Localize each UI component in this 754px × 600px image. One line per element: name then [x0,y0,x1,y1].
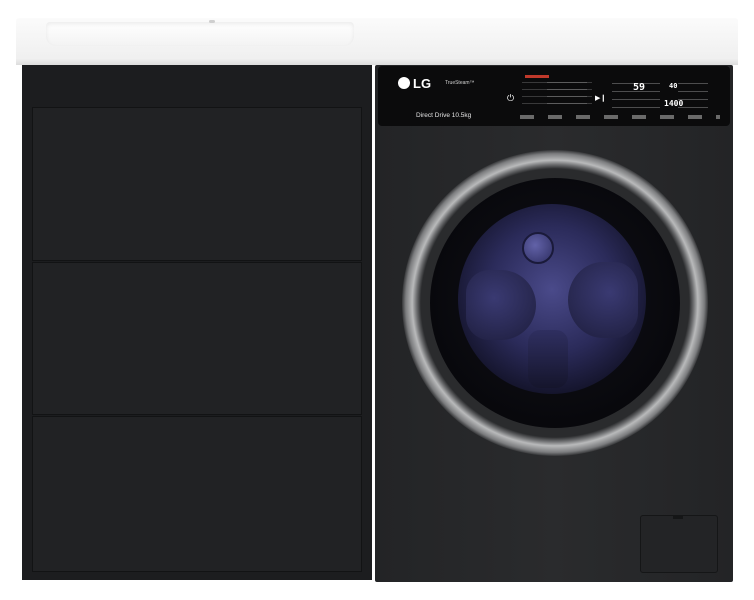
brand-logo-text: LG [413,76,432,91]
filter-hatch[interactable] [640,515,718,573]
tap-hole [209,20,215,23]
option-buttons-row[interactable] [520,115,720,119]
countertop-edge [16,58,738,65]
temperature-display: 40 [669,82,678,90]
sink-basin [46,22,354,46]
drum-lifter-bottom [528,330,568,388]
drum-hub [522,232,554,264]
drawer-bottom[interactable] [32,416,362,572]
program-list-secondary[interactable] [547,76,587,110]
truesteam-badge: TrueSteam™ [445,80,475,86]
power-icon[interactable]: ⏻ [507,93,514,104]
lg-logo-icon [398,77,410,89]
drum-lifter-right [568,262,638,338]
filter-hatch-notch [673,515,683,519]
time-display: 59 [633,82,646,93]
option-labels[interactable] [678,76,708,114]
drawer-top[interactable] [32,107,362,261]
drum-lifter-left [466,270,536,340]
spin-display: 1400 [664,99,684,108]
model-label: Direct Drive 10.5kg [416,112,472,119]
play-pause-icon[interactable]: ▶❙ [595,94,606,102]
drawer-middle[interactable] [32,262,362,415]
